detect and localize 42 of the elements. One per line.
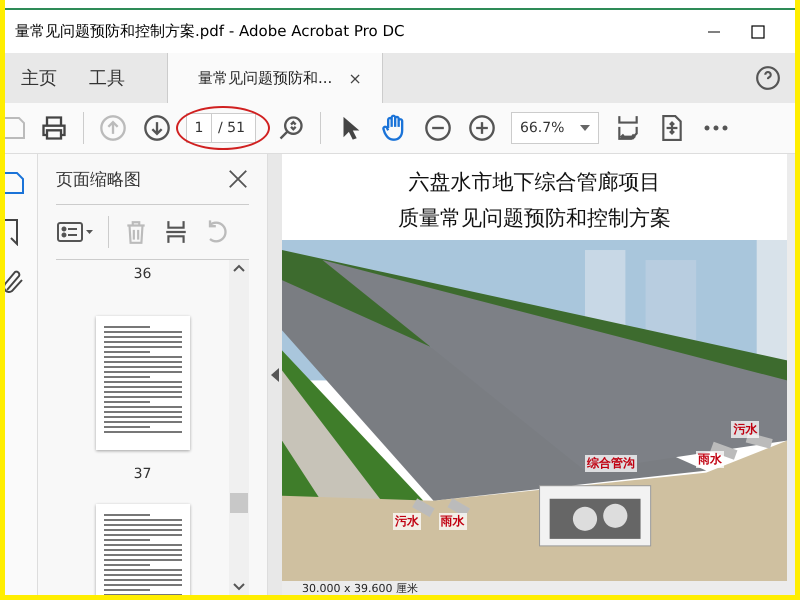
document-tab-label: 量常见问题预防和... — [198, 68, 332, 88]
maximize-icon[interactable] — [751, 24, 765, 38]
diagram-label: 雨水 — [438, 512, 467, 530]
plus-circle-icon — [468, 114, 496, 142]
panel-title: 页面缩略图 — [56, 168, 141, 190]
nav-tab[interactable]: 工具 — [73, 53, 141, 103]
page-size-text: 30.000 x 39.600 厘米 — [302, 580, 418, 595]
bookmark-icon[interactable] — [5, 218, 21, 246]
collapse-arrow-icon[interactable] — [271, 368, 279, 382]
nav-tab[interactable]: 主页 — [5, 53, 73, 103]
scrollbar-thumb[interactable] — [230, 493, 248, 513]
document-heading: 六盘水市地下综合管廊项目 — [408, 169, 660, 196]
printer-icon — [40, 114, 68, 142]
next-page-button[interactable] — [142, 113, 172, 143]
close-icon[interactable] — [227, 168, 249, 190]
page-number: 37 — [134, 466, 152, 482]
paperclip-icon[interactable] — [5, 268, 25, 296]
caret-icon — [580, 125, 590, 131]
minus-circle-icon — [424, 114, 452, 142]
page-number: 36 — [134, 266, 152, 282]
page-total: / 51 — [212, 113, 256, 143]
diagram-label: 污水 — [731, 420, 760, 438]
page-thumbnail[interactable] — [96, 316, 190, 450]
diagram-label: 综合管沟 — [585, 454, 637, 472]
document-tab[interactable]: 量常见问题预防和... × — [167, 53, 383, 103]
arrow-up-icon — [99, 114, 127, 142]
arrow-down-icon — [143, 114, 171, 142]
page-number-field[interactable]: 1 — [186, 113, 212, 143]
zoom-in-button[interactable] — [466, 113, 497, 143]
options-menu-icon[interactable] — [56, 219, 94, 245]
more-icon — [704, 125, 728, 131]
diagram-label: 雨水 — [696, 451, 724, 468]
document-heading: 质量常见问题预防和控制方案 — [398, 205, 671, 232]
diagram-label: 污水 — [393, 512, 422, 530]
zoom-dropdown[interactable]: 66.7% — [510, 112, 599, 144]
help-icon[interactable] — [755, 65, 781, 91]
window-title: 量常见问题预防和控制方案.pdf - Adobe Acrobat Pro DC — [15, 22, 404, 41]
zoom-out-button[interactable] — [422, 113, 453, 143]
scroll-up-icon[interactable] — [233, 264, 245, 272]
page-thumbnails-icon[interactable] — [5, 170, 25, 196]
close-tab-button[interactable]: × — [348, 68, 362, 88]
scroll-down-icon[interactable] — [233, 583, 245, 591]
